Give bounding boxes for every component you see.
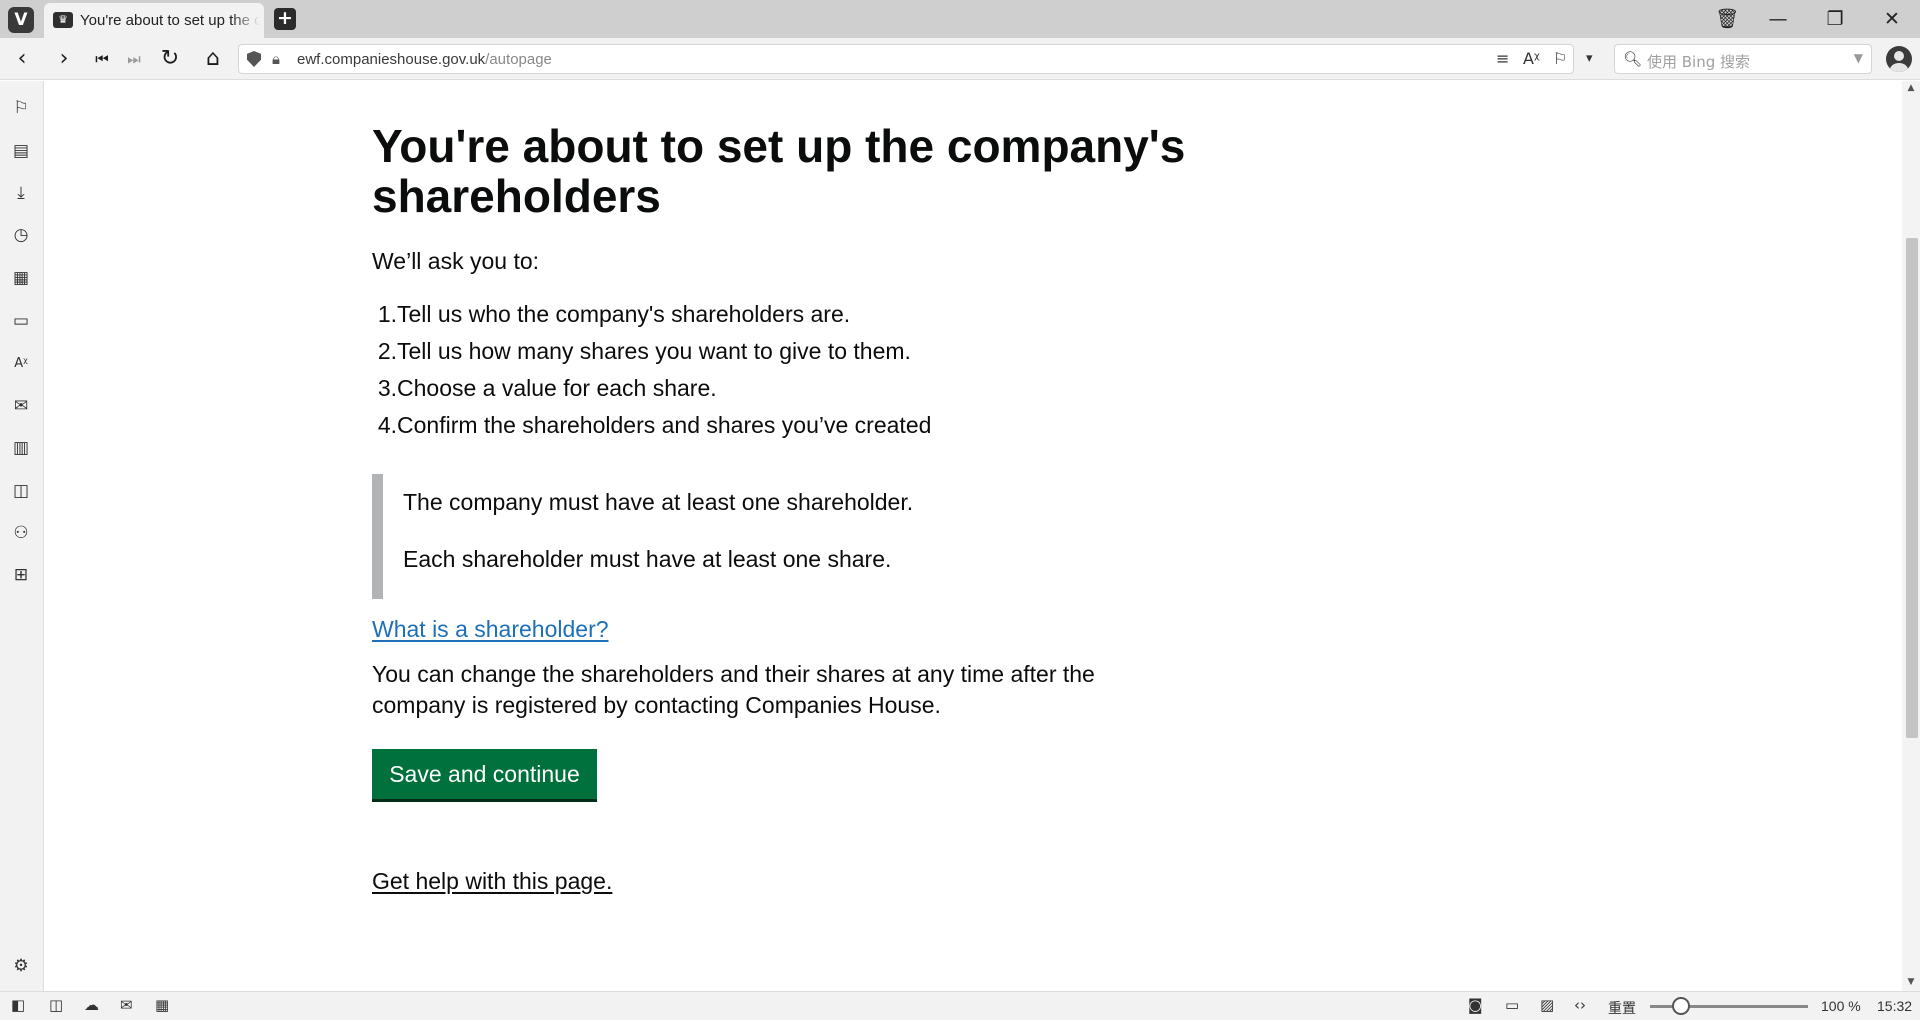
feeds-icon[interactable]: ◫: [8, 478, 34, 504]
mail-icon[interactable]: ✉: [8, 393, 34, 419]
page-scrollbar[interactable]: ▲ ▼: [1902, 81, 1920, 991]
profile-avatar-icon[interactable]: [1886, 46, 1912, 72]
what-is-shareholder-link[interactable]: What is a shareholder?: [372, 616, 609, 643]
list-item: 4. Confirm the shareholders and shares yo…: [372, 412, 932, 449]
tab-tiling-icon[interactable]: ◫: [49, 996, 63, 1014]
step-text: Tell us how many shares you want to give…: [397, 338, 911, 364]
capture-camera-icon[interactable]: ◙: [1468, 996, 1483, 1014]
tab-title: You're about to set up the company's sha…: [80, 12, 260, 29]
clock: 15:32: [1877, 998, 1913, 1014]
page-title: You're about to set up the company's sha…: [372, 120, 1186, 222]
calendar-status-icon[interactable]: ▦: [155, 996, 169, 1014]
side-panel: ⚐ ▤ ⤓ ◷ ▦ ▭ Aᵡ ✉ ▥ ◫ ⚇ ⊞ ⚙: [0, 81, 44, 991]
search-dropdown-icon[interactable]: ▼: [1854, 51, 1863, 65]
mail-status-icon[interactable]: ✉: [120, 996, 133, 1014]
list-item: 2. Tell us how many shares you want to gi…: [372, 338, 931, 375]
reload-icon[interactable]: ↻: [156, 46, 184, 72]
bookmark-icon[interactable]: ⚐: [1553, 49, 1567, 68]
url-text[interactable]: ewf.companieshouse.gov.uk/autopage: [297, 51, 552, 68]
translate-icon[interactable]: Aᵡ: [1523, 49, 1540, 68]
step-text: Tell us who the company's shareholders a…: [397, 301, 851, 327]
close-button[interactable]: ✕: [1869, 0, 1915, 38]
step-text: Confirm the shareholders and shares you’…: [397, 412, 932, 438]
sync-cloud-icon[interactable]: ☁: [84, 996, 99, 1014]
change-note: You can change the shareholders and thei…: [372, 661, 1095, 718]
notes-icon[interactable]: ▦: [8, 265, 34, 291]
steps-list: 1. Tell us who the company's shareholders…: [372, 301, 932, 449]
vivaldi-logo-icon[interactable]: V: [8, 7, 34, 33]
fast-forward-icon[interactable]: ⏭: [120, 46, 148, 72]
active-tab[interactable]: ♛ You're about to set up the company's s…: [44, 3, 264, 38]
lead-text: We’ll ask you to:: [372, 248, 540, 274]
shield-icon[interactable]: [247, 51, 261, 67]
search-placeholder: 使用 Bing 搜索: [1647, 53, 1751, 71]
inset-line: The company must have at least one share…: [403, 489, 914, 515]
lock-icon[interactable]: 🔒︎: [272, 50, 280, 68]
translate-panel-icon[interactable]: Aᵡ: [8, 351, 34, 377]
url-field[interactable]: 🔒︎ ewf.companieshouse.gov.uk/autopage ≡ …: [238, 44, 1593, 74]
tiling-icon[interactable]: ▭: [1505, 996, 1519, 1014]
step-text: Choose a value for each share.: [397, 375, 717, 401]
history-icon[interactable]: ◷: [8, 222, 34, 248]
zoom-level: 100 %: [1821, 998, 1861, 1014]
address-bar: ‹ › ⏮ ⏭ ↻ ⌂ 🔒︎ ewf.companieshouse.gov.uk…: [0, 38, 1920, 80]
zoom-slider-handle[interactable]: [1672, 997, 1690, 1015]
scroll-down-icon[interactable]: ▼: [1902, 977, 1920, 987]
step-number: 4.: [377, 412, 397, 438]
list-item: 3. Choose a value for each share.: [372, 375, 931, 412]
panel-toggle-icon[interactable]: ◧: [11, 996, 25, 1014]
home-icon[interactable]: ⌂: [199, 46, 227, 72]
status-bar: ◧ ◫ ☁ ✉ ▦ ◙ ▭ ▨ ‹› 重置 100 % 15:32: [0, 991, 1920, 1020]
settings-gear-icon[interactable]: ⚙: [8, 953, 34, 979]
bookmarks-panel-icon[interactable]: ⚐: [8, 95, 34, 121]
list-item: 1. Tell us who the company's shareholders…: [372, 301, 931, 338]
step-number: 1.: [377, 301, 397, 327]
scroll-thumb[interactable]: [1906, 238, 1918, 738]
zoom-reset-label[interactable]: 重置: [1608, 998, 1636, 1018]
search-field[interactable]: 🔍︎ 使用 Bing 搜索 ▼: [1614, 44, 1872, 74]
address-dropdown-icon[interactable]: ▾: [1586, 51, 1593, 66]
inset-text: The company must have at least one share…: [372, 474, 992, 599]
page-actions-icon[interactable]: ‹›: [1574, 996, 1586, 1014]
save-and-continue-button[interactable]: Save and continue: [372, 749, 597, 799]
scroll-up-icon[interactable]: ▲: [1902, 83, 1920, 93]
reading-list-icon[interactable]: ▤: [8, 138, 34, 164]
page-content: You're about to set up the company's sha…: [45, 81, 1902, 991]
search-icon: 🔍︎: [1623, 50, 1643, 68]
reader-view-icon[interactable]: ≡: [1496, 49, 1509, 68]
window-panel-icon[interactable]: ▭: [8, 308, 34, 334]
tab-bar: V ♛ You're about to set up the company's…: [0, 0, 1920, 38]
maximize-button[interactable]: ❐: [1812, 0, 1858, 38]
crown-icon: ♛: [53, 12, 73, 28]
step-number: 2.: [377, 338, 397, 364]
get-help-link[interactable]: Get help with this page.: [372, 868, 612, 895]
forward-icon[interactable]: ›: [50, 46, 78, 72]
step-number: 3.: [377, 375, 397, 401]
minimize-button[interactable]: —: [1755, 0, 1801, 38]
new-tab-button[interactable]: +: [274, 8, 296, 30]
downloads-icon[interactable]: ⤓: [8, 180, 34, 206]
trash-icon[interactable]: 🗑: [1704, 0, 1750, 38]
url-host: ewf.companieshouse.gov.uk: [297, 51, 486, 68]
add-web-panel-icon[interactable]: ⊞: [8, 562, 34, 588]
url-path: /autopage: [485, 51, 552, 68]
contacts-icon[interactable]: ⚇: [8, 520, 34, 546]
inset-line: Each shareholder must have at least one …: [403, 546, 892, 572]
back-icon[interactable]: ‹: [8, 46, 36, 72]
calendar-icon[interactable]: ▥: [8, 435, 34, 461]
images-icon[interactable]: ▨: [1540, 996, 1554, 1014]
rewind-icon[interactable]: ⏮: [88, 46, 116, 72]
